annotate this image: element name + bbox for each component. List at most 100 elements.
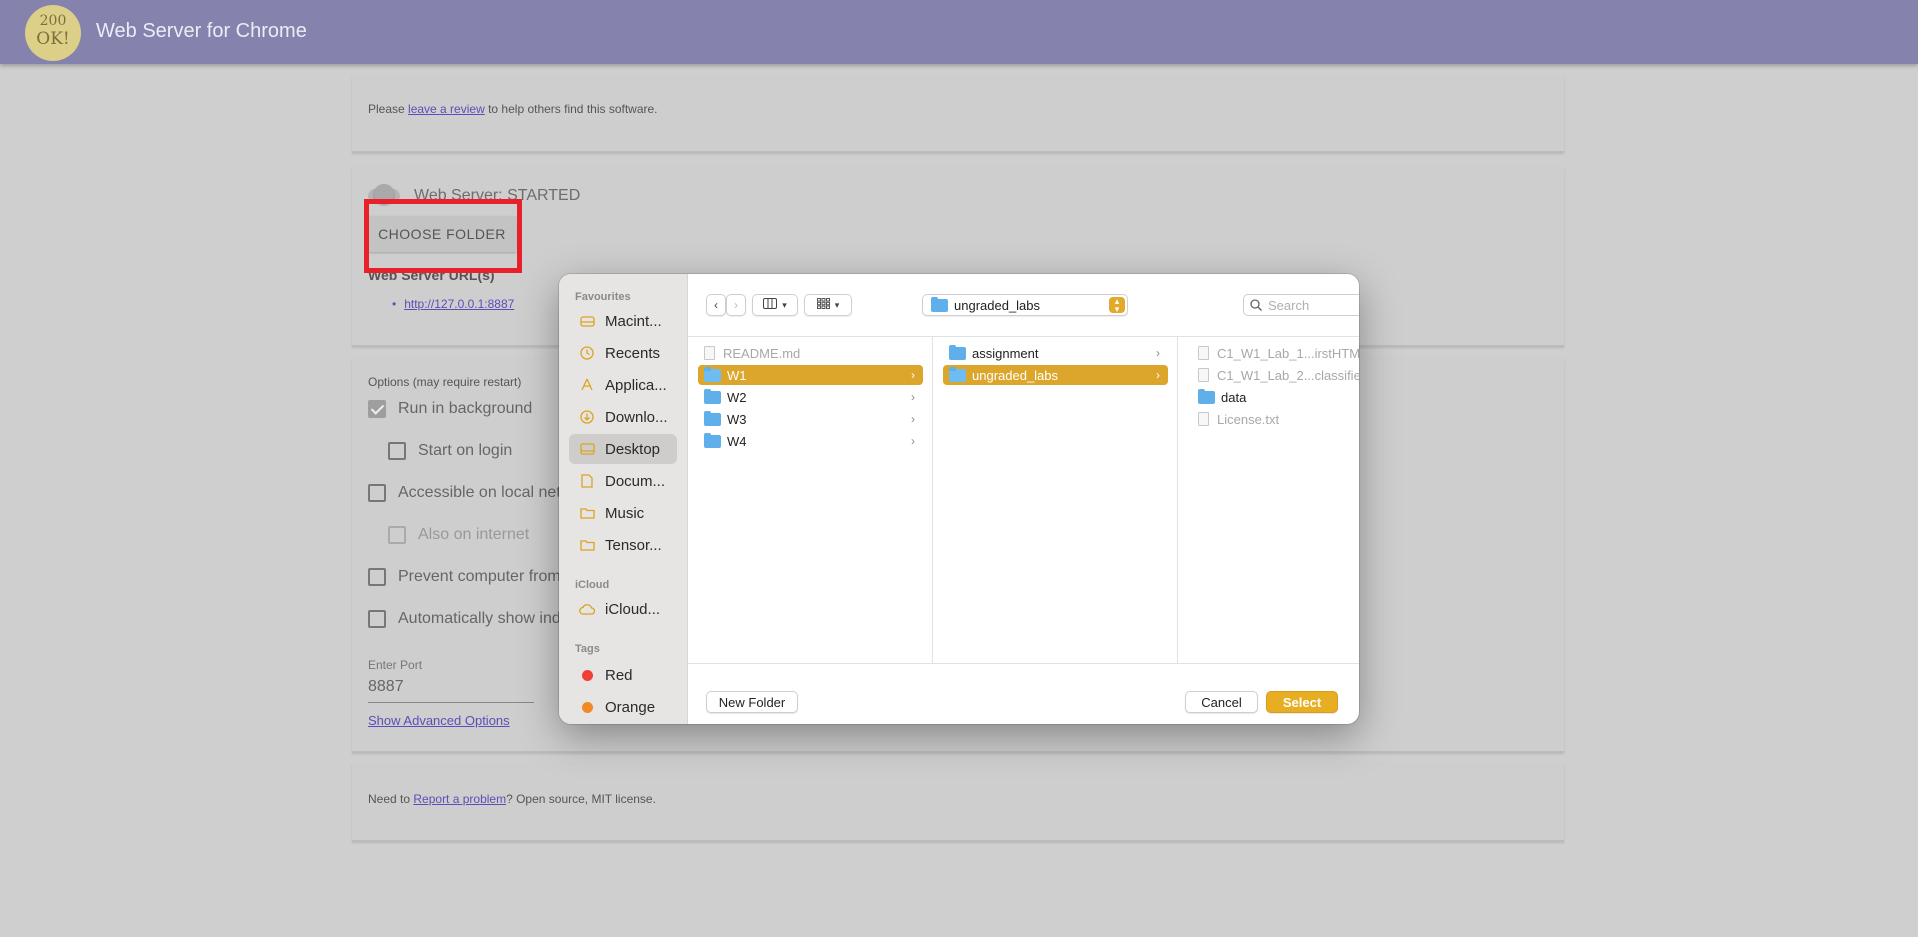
chevron-left-icon: ‹ [714,298,718,312]
footer-text: Need to Report a problem? Open source, M… [368,792,656,806]
item-label: W1 [727,367,747,383]
review-card: Please leave a review to help others fin… [352,77,1564,153]
report-problem-link[interactable]: Report a problem [413,792,506,806]
select-button[interactable]: Select [1266,691,1338,713]
show-advanced-link[interactable]: Show Advanced Options [368,713,510,728]
sidebar-item-music[interactable]: Music [569,498,677,528]
item-label: ungraded_labs [972,367,1059,383]
url-list-item: • http://127.0.0.1:8887 [392,297,514,311]
run-background-checkbox[interactable] [368,400,386,418]
file-icon [1198,412,1209,426]
cloud-icon [579,601,595,617]
desktop-icon [579,441,595,457]
sidebar-label: iCloud... [605,600,661,618]
sidebar-tag-red[interactable]: Red [569,660,677,690]
sidebar-item-tensorflow[interactable]: Tensor... [569,530,677,560]
auto-index-checkbox[interactable] [368,610,386,628]
list-item[interactable]: W1 › [698,365,923,385]
column-browser: README.md W1 › W2 › W3 › W4 › assignment › un… [688,336,1359,664]
logo-line1: 200 [39,13,67,29]
tags-heading: Tags [575,643,600,655]
review-text: Please leave a review to help others fin… [368,102,658,116]
review-suffix: to help others find this software. [484,102,658,116]
back-button[interactable]: ‹ [706,294,726,316]
list-item[interactable]: assignment › [943,343,1168,363]
chevron-down-icon: ▾ [782,299,787,310]
sidebar-item-applications[interactable]: Applica... [569,370,677,400]
list-item[interactable]: W4 › [698,431,923,451]
start-login-label: Start on login [418,442,513,459]
folder-icon [704,410,721,426]
chevron-right-icon: › [1156,368,1160,382]
chevron-down-icon: ▾ [834,299,840,310]
new-folder-button[interactable]: New Folder [706,691,798,713]
column-1: README.md W1 › W2 › W3 › W4 › [688,337,933,663]
sidebar-tag-orange[interactable]: Orange [569,692,677,722]
item-label: License.txt [1217,411,1280,427]
accessible-local-checkbox[interactable] [368,484,386,502]
file-icon [704,346,715,360]
file-icon [1198,346,1209,360]
group-view-button[interactable]: ▾ [804,294,852,316]
list-item[interactable]: C1_W1_Lab_1...irstHTML [1192,343,1359,363]
item-label: W4 [727,433,747,449]
item-label: W3 [727,411,747,427]
sidebar-item-icloud[interactable]: iCloud... [569,594,677,624]
orange-tag-icon [582,701,593,713]
sidebar-item-downloads[interactable]: Downlo... [569,402,677,432]
drive-icon [579,313,595,329]
list-item[interactable]: W3 › [698,409,923,429]
search-field[interactable]: Search [1243,294,1359,316]
list-item[interactable]: README.md [698,343,923,363]
item-label: assignment [972,345,1039,361]
forward-button[interactable]: › [726,294,746,316]
path-popup-label: ungraded_labs [954,297,1041,313]
prevent-sleep-checkbox[interactable] [368,568,386,586]
sidebar-label: Red [605,666,633,684]
list-item[interactable]: data [1192,387,1352,407]
grid-icon [816,298,830,312]
sidebar-item-recents[interactable]: Recents [569,338,677,368]
chevron-right-icon: › [911,390,915,404]
server-url-link[interactable]: http://127.0.0.1:8887 [404,297,514,311]
folder-icon [704,432,721,448]
list-item[interactable]: C1_W1_Lab_2...classifie [1192,365,1359,385]
option-start-login[interactable]: Start on login [388,442,512,460]
item-label: W2 [727,389,747,405]
chevron-right-icon: › [911,412,915,426]
document-icon [579,473,595,489]
leave-review-link[interactable]: leave a review [408,102,485,116]
column-view-button[interactable]: ▾ [752,294,798,316]
options-heading: Options (may require restart) [368,375,522,389]
folder-icon [579,505,595,521]
applications-icon [579,377,595,393]
dialog-sidebar: Favourites Macint... Recents Applica... … [559,274,688,724]
path-popup[interactable]: ungraded_labs ▴ ▾ [922,294,1128,316]
sidebar-item-macintosh[interactable]: Macint... [569,306,677,336]
sidebar-item-documents[interactable]: Docum... [569,466,677,496]
start-login-checkbox[interactable] [388,442,406,460]
up-down-arrows-icon: ▴ ▾ [1109,297,1125,314]
chevron-right-icon: › [734,298,738,312]
chevron-right-icon: › [1156,346,1160,360]
option-run-background[interactable]: Run in background [368,400,532,418]
folder-icon [931,296,948,312]
cancel-button[interactable]: Cancel [1185,691,1258,713]
app-logo: 200 OK! [25,5,81,61]
run-background-label: Run in background [398,400,533,417]
sidebar-item-desktop[interactable]: Desktop [569,434,677,464]
port-label: Enter Port [368,658,423,672]
list-item[interactable]: W2 › [698,387,923,407]
list-item[interactable]: License.txt [1192,409,1352,429]
clock-icon [579,345,595,361]
folder-icon [949,366,966,382]
file-chooser-dialog: Favourites Macint... Recents Applica... … [559,274,1359,724]
also-internet-checkbox[interactable] [388,526,406,544]
sidebar-label: Orange [605,698,656,716]
folder-icon [704,388,721,404]
port-input[interactable]: 8887 [368,678,534,703]
list-item[interactable]: ungraded_labs › [943,365,1168,385]
app-header: 200 OK! Web Server for Chrome [0,0,1918,64]
folder-icon [704,366,721,382]
option-also-internet[interactable]: Also on internet [388,526,529,544]
